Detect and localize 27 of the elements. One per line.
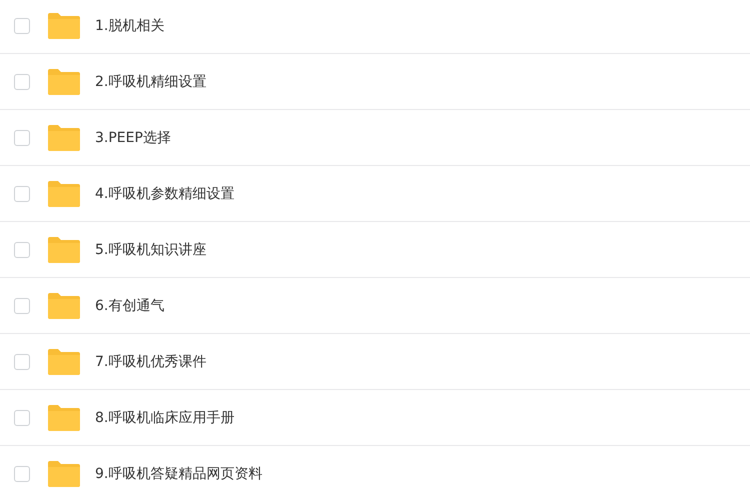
folder-icon: [47, 12, 81, 40]
checkbox[interactable]: [14, 410, 30, 426]
folder-name[interactable]: 9.呼吸机答疑精品网页资料: [95, 464, 262, 482]
checkbox[interactable]: [14, 18, 30, 34]
folder-icon: [47, 404, 81, 432]
folder-name[interactable]: 6.有创通气: [95, 296, 164, 314]
checkbox[interactable]: [14, 242, 30, 258]
folder-name[interactable]: 3.PEEP选择: [95, 128, 171, 146]
checkbox[interactable]: [14, 186, 30, 202]
folder-icon: [47, 292, 81, 320]
folder-icon: [47, 236, 81, 264]
folder-icon: [47, 124, 81, 152]
folder-name[interactable]: 4.呼吸机参数精细设置: [95, 184, 234, 202]
folder-name[interactable]: 2.呼吸机精细设置: [95, 72, 206, 90]
folder-name[interactable]: 8.呼吸机临床应用手册: [95, 408, 234, 426]
checkbox[interactable]: [14, 298, 30, 314]
folder-icon: [47, 460, 81, 488]
checkbox[interactable]: [14, 354, 30, 370]
checkbox[interactable]: [14, 130, 30, 146]
folder-name[interactable]: 7.呼吸机优秀课件: [95, 352, 206, 370]
folder-icon: [47, 68, 81, 96]
folder-name[interactable]: 1.脱机相关: [95, 16, 164, 34]
folder-icon: [47, 348, 81, 376]
checkbox[interactable]: [14, 74, 30, 90]
folder-icon: [47, 180, 81, 208]
folder-name[interactable]: 5.呼吸机知识讲座: [95, 240, 206, 258]
checkbox[interactable]: [14, 466, 30, 482]
